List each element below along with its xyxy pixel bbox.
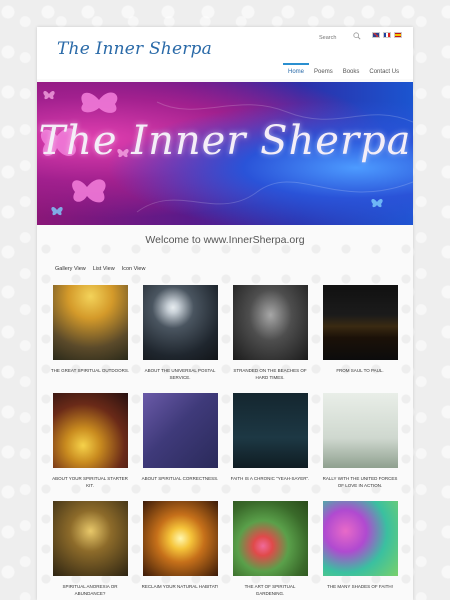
post-thumbnail[interactable] <box>52 501 128 576</box>
post-card[interactable]: RALLY WITH THE UNITED FORCES OF LOVE IN … <box>320 391 400 499</box>
welcome-heading: Welcome to www.InnerSherpa.org <box>145 234 305 246</box>
post-card[interactable]: SPIRITUAL ANOREXIA OR ABUNDANCE? <box>50 499 130 600</box>
post-card[interactable]: THE GREAT SPIRITUAL OUTDOORS. <box>50 283 130 391</box>
site-header: The Inner Sherpa Home Poems Books Contac… <box>37 27 413 79</box>
post-thumbnail[interactable] <box>322 285 398 360</box>
post-thumbnail[interactable] <box>142 285 218 360</box>
flag-english-icon[interactable] <box>372 32 380 38</box>
post-title[interactable]: ABOUT YOUR SPIRITUAL STARTER KIT. <box>50 476 130 490</box>
view-switcher: Gallery View List View Icon View <box>55 266 145 272</box>
site-logo[interactable]: The Inner Sherpa <box>57 39 212 59</box>
post-thumbnail[interactable] <box>142 501 218 576</box>
hero-banner: The Inner Sherpa <box>37 82 413 225</box>
post-title[interactable]: THE MANY SHADES OF FAITH! <box>320 584 400 591</box>
nav-home[interactable]: Home <box>283 63 310 81</box>
post-title[interactable]: SPIRITUAL ANOREXIA OR ABUNDANCE? <box>50 584 130 598</box>
flag-spanish-icon[interactable] <box>394 32 402 38</box>
post-title[interactable]: RALLY WITH THE UNITED FORCES OF LOVE IN … <box>320 476 400 490</box>
post-card[interactable]: FROM SAUL TO PAUL. <box>320 283 400 391</box>
flag-french-icon[interactable] <box>383 32 391 38</box>
post-card[interactable]: FAITH IS A CHRONIC "YEAH-SAYER". <box>230 391 310 499</box>
post-title[interactable]: RECLAIM YOUR NATURAL HABITAT! <box>140 584 220 591</box>
gallery-view-link[interactable]: Gallery View <box>55 266 86 272</box>
post-title[interactable]: STRANDED ON THE BEACHES OF HARD TIMES. <box>230 368 310 382</box>
nav-books[interactable]: Books <box>338 63 365 81</box>
language-switcher <box>372 32 402 38</box>
post-title[interactable]: THE GREAT SPIRITUAL OUTDOORS. <box>50 368 130 375</box>
post-thumbnail[interactable] <box>322 501 398 576</box>
post-title[interactable]: FAITH IS A CHRONIC "YEAH-SAYER". <box>230 476 310 483</box>
post-card[interactable]: ABOUT SPIRITUAL CORRECTNESS. <box>140 391 220 499</box>
post-thumbnail[interactable] <box>232 285 308 360</box>
banner-title: The Inner Sherpa <box>38 118 412 164</box>
main-nav: Home Poems Books Contact Us <box>283 63 404 81</box>
post-card[interactable]: RECLAIM YOUR NATURAL HABITAT! <box>140 499 220 600</box>
post-title[interactable]: FROM SAUL TO PAUL. <box>320 368 400 375</box>
list-view-link[interactable]: List View <box>93 266 115 272</box>
post-card[interactable]: ABOUT THE UNIVERSAL POSTAL SERVICE. <box>140 283 220 391</box>
page-container: The Inner Sherpa Home Poems Books Contac… <box>37 27 413 600</box>
post-card[interactable]: ABOUT YOUR SPIRITUAL STARTER KIT. <box>50 391 130 499</box>
icon-view-link[interactable]: Icon View <box>122 266 146 272</box>
post-thumbnail[interactable] <box>142 393 218 468</box>
post-title[interactable]: ABOUT SPIRITUAL CORRECTNESS. <box>140 476 220 483</box>
post-card[interactable]: STRANDED ON THE BEACHES OF HARD TIMES. <box>230 283 310 391</box>
post-card[interactable]: THE ART OF SPIRITUAL GARDENING. <box>230 499 310 600</box>
post-title[interactable]: THE ART OF SPIRITUAL GARDENING. <box>230 584 310 598</box>
post-thumbnail[interactable] <box>52 393 128 468</box>
post-thumbnail[interactable] <box>232 393 308 468</box>
search-icon[interactable] <box>353 32 361 40</box>
post-thumbnail[interactable] <box>52 285 128 360</box>
post-card[interactable]: THE MANY SHADES OF FAITH! <box>320 499 400 600</box>
post-title[interactable]: ABOUT THE UNIVERSAL POSTAL SERVICE. <box>140 368 220 382</box>
search-input[interactable] <box>319 31 369 45</box>
post-thumbnail[interactable] <box>322 393 398 468</box>
post-thumbnail[interactable] <box>232 501 308 576</box>
nav-poems[interactable]: Poems <box>309 63 338 81</box>
nav-contact-us[interactable]: Contact Us <box>364 63 404 81</box>
posts-grid: THE GREAT SPIRITUAL OUTDOORS. ABOUT THE … <box>50 283 400 600</box>
